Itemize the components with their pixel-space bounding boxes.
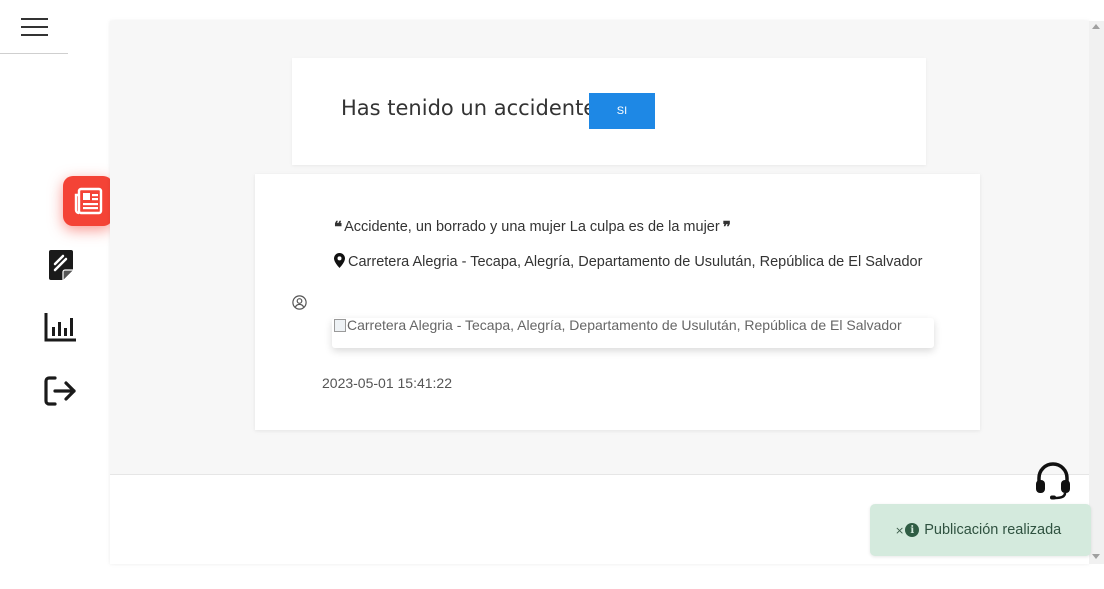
hamburger-icon <box>21 18 48 20</box>
broken-image-icon <box>334 319 346 332</box>
info-icon: i <box>905 523 920 537</box>
post-image-alt: Carretera Alegria - Tecapa, Alegría, Dep… <box>347 318 902 333</box>
post-title: ❝ Accidente, un borrado y una mujer La c… <box>334 218 731 236</box>
quote-open-icon: ❝ <box>334 218 342 236</box>
accident-question-card: Has tenido un accidente? SI <box>292 58 926 165</box>
toast-notification: × i Publicación realizada <box>870 504 1091 556</box>
feed-area: Has tenido un accidente? SI ❝ Accidente,… <box>110 21 1089 474</box>
accident-question-text: Has tenido un accidente? <box>341 96 608 120</box>
scrollbar[interactable] <box>1089 21 1104 564</box>
toast-close-button[interactable]: × <box>895 524 904 537</box>
nav-item-logout[interactable] <box>44 375 78 407</box>
post-location: Carretera Alegria - Tecapa, Alegría, Dep… <box>334 252 934 273</box>
nav-item-news[interactable] <box>63 176 113 226</box>
post-card: ❝ Accidente, un borrado y una mujer La c… <box>255 174 980 430</box>
divider <box>110 474 1089 475</box>
bar-chart-icon <box>44 313 76 342</box>
toast-message: Publicación realizada <box>924 522 1062 538</box>
logout-icon <box>44 376 76 406</box>
quote-close-icon: ❞ <box>722 218 731 236</box>
menu-toggle-button[interactable] <box>0 0 68 54</box>
nav-item-edit[interactable] <box>47 249 75 281</box>
nav-item-stats[interactable] <box>44 312 77 342</box>
scroll-down-arrow-icon[interactable] <box>1092 554 1100 559</box>
scroll-up-arrow-icon[interactable] <box>1092 24 1100 29</box>
newspaper-icon <box>74 187 103 215</box>
map-pin-icon <box>334 253 345 268</box>
post-date: 2023-05-01 15:41:22 <box>322 375 452 391</box>
yes-button[interactable]: SI <box>589 93 655 129</box>
edit-note-icon <box>49 250 73 280</box>
headset-icon[interactable] <box>1033 460 1073 500</box>
post-image: Carretera Alegria - Tecapa, Alegría, Dep… <box>332 318 934 348</box>
post-location-text: Carretera Alegria - Tecapa, Alegría, Dep… <box>348 254 923 270</box>
main-panel: Has tenido un accidente? SI ❝ Accidente,… <box>110 21 1089 564</box>
hamburger-icon-line <box>21 34 48 36</box>
user-circle-icon[interactable] <box>292 295 307 310</box>
post-title-text: Accidente, un borrado y una mujer La cul… <box>344 219 720 235</box>
hamburger-icon-line <box>21 26 48 28</box>
